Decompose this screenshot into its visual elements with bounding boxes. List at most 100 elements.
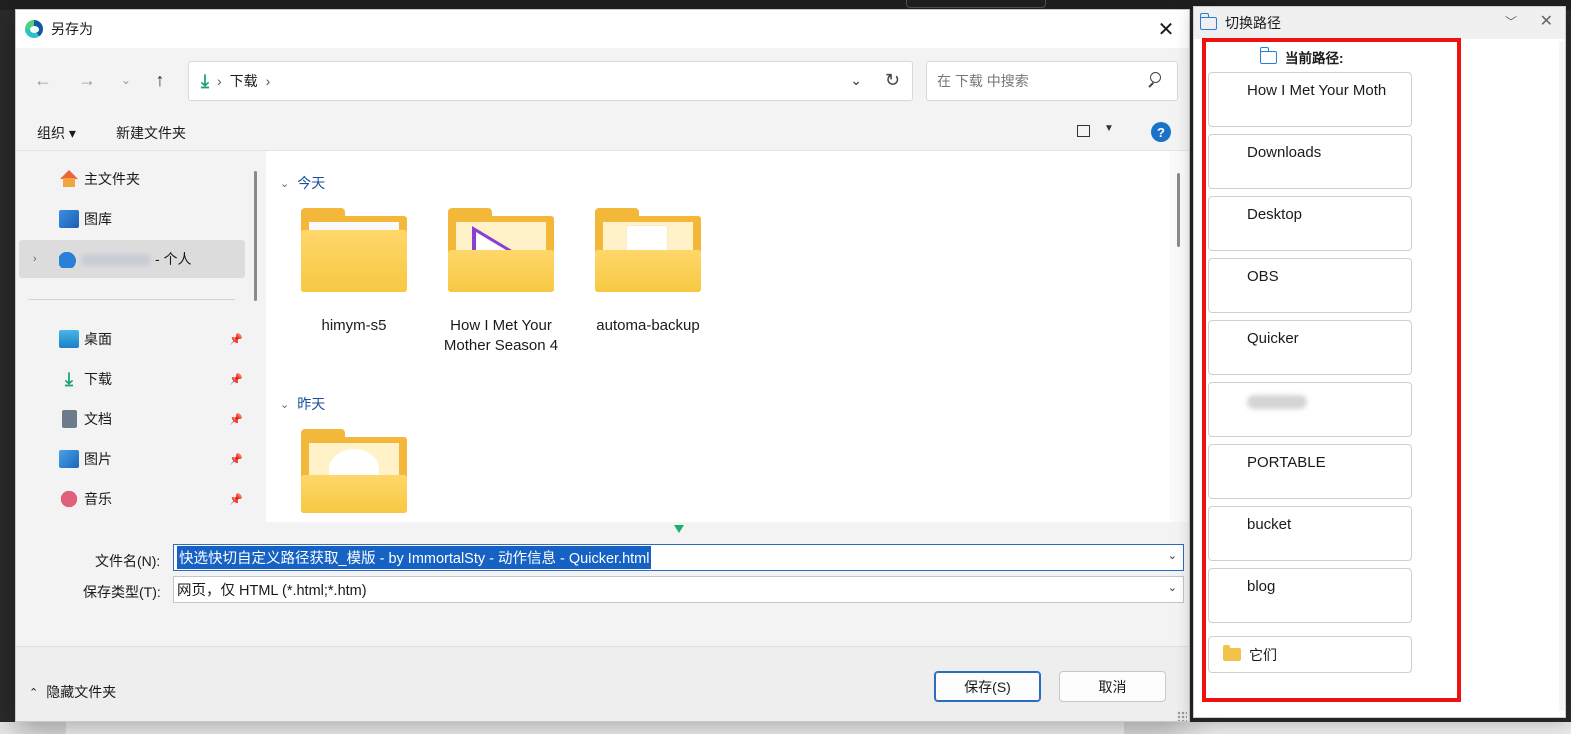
chevron-down-icon[interactable]: ⌄	[1168, 581, 1177, 594]
pin-icon[interactable]: 📌	[229, 493, 243, 506]
filename-value[interactable]: 快选快切自定义路径获取_模版 - by ImmortalSty - 动作信息 -…	[177, 546, 652, 569]
path-button[interactable]: OBS	[1208, 258, 1412, 313]
folder-open-icon	[1260, 46, 1277, 64]
path-label: Downloads	[1247, 144, 1322, 161]
filename-field[interactable]: 快选快切自定义路径获取_模版 - by ImmortalSty - 动作信息 -…	[173, 544, 1184, 571]
hide-folders-toggle[interactable]: ⌃ 隐藏文件夹	[29, 682, 116, 702]
current-path-label: 当前路径:	[1285, 51, 1344, 66]
chevron-down-icon[interactable]: ⌄	[850, 72, 862, 89]
drag-indicator-icon	[674, 525, 684, 533]
folder-item[interactable]: automa-backup	[583, 208, 713, 336]
path-button[interactable]: blog	[1208, 568, 1412, 623]
path-button[interactable]: Quicker	[1208, 320, 1412, 375]
breadcrumb-location[interactable]: 下载	[230, 71, 258, 91]
nav-scrollbar[interactable]	[254, 171, 257, 301]
cancel-button[interactable]: 取消	[1059, 671, 1166, 702]
nav-item-label: 图库	[84, 211, 112, 227]
breadcrumb-separator-icon[interactable]: ›	[266, 73, 271, 89]
view-layout-icon[interactable]	[1077, 125, 1090, 137]
panel-title: 切换路径	[1225, 15, 1281, 31]
navigation-pane: 主文件夹 图库 › - 个人 桌面 📌 ⤓ 下载 📌 文档 📌 图片 📌 音乐 …	[16, 151, 266, 522]
path-label: bucket	[1247, 516, 1292, 533]
path-label: Desktop	[1247, 206, 1303, 223]
dialog-title: 另存为	[51, 21, 93, 37]
filetype-select[interactable]: 网页，仅 HTML (*.html;*.htm) ⌄	[173, 576, 1184, 603]
folder-item[interactable]: himym-s5	[289, 208, 419, 336]
folder-name: himym-s5	[321, 317, 387, 334]
path-button[interactable]: Downloads	[1208, 134, 1412, 189]
app-folder-icon	[301, 429, 407, 513]
nav-item-gallery[interactable]: 图库	[19, 200, 245, 238]
group-label: 昨天	[297, 396, 326, 412]
path-label: How I Met Your Moth	[1247, 82, 1387, 99]
panel-side-strip	[1559, 41, 1565, 711]
nav-item-downloads[interactable]: ⤓ 下载 📌	[19, 360, 245, 398]
home-icon	[59, 170, 79, 188]
address-bar[interactable]: ⤓ › 下载 › ⌄ ↻	[188, 61, 913, 101]
search-box	[926, 61, 1178, 101]
nav-item-onedrive[interactable]: › - 个人	[19, 240, 245, 278]
chevron-down-icon[interactable]: ⌄	[1168, 549, 1177, 562]
chevron-up-icon: ⌃	[29, 686, 39, 699]
switch-path-panel: 切换路径 ﹀ ✕ 当前路径: How I Met Your Moth Downl…	[1193, 6, 1566, 718]
help-icon[interactable]: ?	[1151, 122, 1171, 142]
resize-grip-icon[interactable]	[1177, 711, 1187, 721]
expand-chevron-icon[interactable]: ›	[33, 253, 37, 265]
nav-item-documents[interactable]: 文档 📌	[19, 400, 245, 438]
filetype-value: 网页，仅 HTML (*.html;*.htm)	[177, 583, 367, 599]
onedrive-suffix: - 个人	[155, 251, 192, 267]
video-folder-icon	[448, 208, 554, 292]
breadcrumb-separator-icon[interactable]: ›	[217, 73, 222, 89]
panel-titlebar: 切换路径 ﹀ ✕	[1194, 7, 1565, 39]
nav-item-music[interactable]: 音乐 📌	[19, 480, 245, 518]
organize-button[interactable]: 组织 ▾	[37, 123, 76, 143]
hide-folders-label: 隐藏文件夹	[46, 684, 117, 700]
recent-locations-chevron-icon[interactable]: ⌄	[114, 68, 138, 92]
path-button[interactable]: Desktop	[1208, 196, 1412, 251]
path-label: Quicker	[1247, 330, 1299, 347]
close-icon[interactable]: ✕	[1540, 11, 1553, 31]
search-input[interactable]	[937, 73, 1127, 89]
nav-item-desktop[interactable]: 桌面 📌	[19, 320, 245, 358]
forward-arrow-icon[interactable]: →	[75, 68, 99, 92]
content-scrollbar[interactable]	[1177, 173, 1180, 247]
path-label: blog	[1247, 578, 1276, 595]
view-options-caret-icon[interactable]: ▼	[1104, 123, 1114, 134]
nav-item-label: - 个人	[81, 249, 192, 269]
group-header-today[interactable]: ⌄ 今天	[280, 173, 325, 193]
search-icon[interactable]	[1147, 72, 1161, 86]
pin-icon[interactable]: 📌	[229, 333, 243, 346]
nav-item-pictures[interactable]: 图片 📌	[19, 440, 245, 478]
navigation-bar: ← → ⌄ ↑ ⤓ › 下载 › ⌄ ↻	[16, 48, 1189, 111]
path-button[interactable]	[1208, 382, 1412, 437]
back-arrow-icon[interactable]: ←	[31, 68, 55, 92]
nav-item-label: 桌面	[84, 331, 112, 347]
save-button[interactable]: 保存(S)	[934, 671, 1041, 702]
others-button[interactable]: 它们	[1208, 636, 1412, 673]
path-button[interactable]: How I Met Your Moth	[1208, 72, 1412, 127]
pin-icon[interactable]: 📌	[229, 373, 243, 386]
path-label: OBS	[1247, 268, 1279, 285]
dialog-titlebar: 另存为 ✕	[16, 10, 1189, 48]
nav-item-label: 图片	[84, 451, 112, 467]
group-header-yesterday[interactable]: ⌄ 昨天	[280, 394, 325, 414]
nav-item-home[interactable]: 主文件夹	[19, 160, 245, 198]
current-path-header: 当前路径:	[1260, 46, 1344, 67]
chevron-down-icon: ⌄	[280, 398, 290, 411]
folder-item[interactable]	[289, 429, 419, 522]
path-button[interactable]: bucket	[1208, 506, 1412, 561]
pin-icon[interactable]: 📌	[229, 413, 243, 426]
dialog-footer: ⌃ 隐藏文件夹 保存(S) 取消	[16, 646, 1189, 721]
path-label: PORTABLE	[1247, 454, 1326, 471]
pin-icon[interactable]: 📌	[229, 453, 243, 466]
redacted-text	[81, 254, 151, 267]
refresh-icon[interactable]: ↻	[885, 70, 900, 91]
close-icon[interactable]: ✕	[1153, 16, 1179, 42]
up-arrow-icon[interactable]: ↑	[148, 68, 172, 92]
collapse-chevron-icon[interactable]: ﹀	[1505, 13, 1517, 30]
path-button[interactable]: PORTABLE	[1208, 444, 1412, 499]
save-form: 文件名(N): 快选快切自定义路径获取_模版 - by ImmortalSty …	[16, 522, 1189, 646]
folder-item[interactable]: How I Met Your Mother Season 4	[436, 208, 566, 356]
json-folder-icon	[595, 208, 701, 292]
new-folder-button[interactable]: 新建文件夹	[116, 123, 186, 143]
